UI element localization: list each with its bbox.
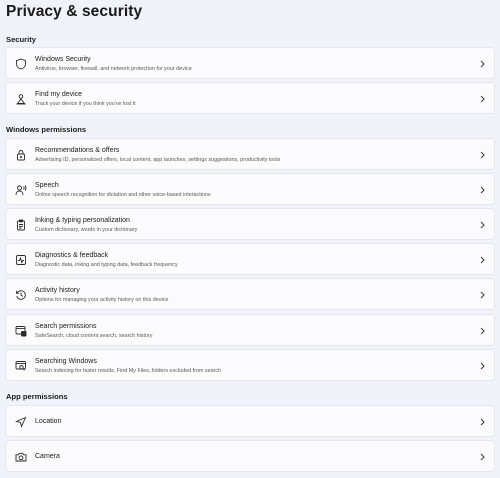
settings-item-searching-windows[interactable]: Searching Windows Search indexing for fa… bbox=[5, 349, 495, 381]
chevron-right-icon bbox=[479, 221, 486, 229]
item-title: Camera bbox=[35, 453, 60, 460]
chevron-right-icon bbox=[479, 256, 486, 264]
section-header-security: Security bbox=[6, 35, 36, 44]
section-header-app-permissions: App permissions bbox=[6, 392, 68, 401]
item-subtitle: Online speech recognition for dictation … bbox=[35, 192, 211, 198]
item-subtitle: Antivirus, browser, firewall, and networ… bbox=[35, 66, 192, 72]
history-icon bbox=[15, 289, 27, 301]
chevron-right-icon bbox=[479, 327, 486, 335]
privacy-security-page: Privacy & security Security Windows Secu… bbox=[0, 0, 500, 478]
item-subtitle: Custom dictionary, words in your diction… bbox=[35, 227, 138, 233]
item-title: Search permissions bbox=[35, 323, 97, 330]
chevron-right-icon bbox=[479, 95, 486, 103]
chevron-right-icon bbox=[479, 151, 486, 159]
search-windows-icon bbox=[15, 360, 27, 372]
settings-item-location[interactable]: Location bbox=[5, 405, 495, 437]
section-header-windows-permissions: Windows permissions bbox=[6, 125, 87, 134]
chevron-right-icon bbox=[479, 291, 486, 299]
item-title: Inking & typing personalization bbox=[35, 217, 130, 224]
item-subtitle: SafeSearch, cloud content search, search… bbox=[35, 333, 153, 339]
settings-item-windows-security[interactable]: Windows Security Antivirus, browser, fir… bbox=[5, 47, 495, 79]
settings-item-camera[interactable]: Camera bbox=[5, 440, 495, 472]
page-title: Privacy & security bbox=[6, 3, 143, 20]
settings-item-diagnostics[interactable]: Diagnostics & feedback Diagnostic data, … bbox=[5, 243, 495, 275]
item-title: Windows Security bbox=[35, 56, 91, 63]
item-subtitle: Search indexing for faster results, Find… bbox=[35, 368, 222, 374]
chevron-right-icon bbox=[479, 418, 486, 426]
settings-item-speech[interactable]: Speech Online speech recognition for dic… bbox=[5, 173, 495, 205]
settings-item-search-permissions[interactable]: Search permissions SafeSearch, cloud con… bbox=[5, 314, 495, 346]
settings-item-find-my-device[interactable]: Find my device Track your device if you … bbox=[5, 82, 495, 114]
item-subtitle: Advertising ID, personalized offers, loc… bbox=[35, 157, 281, 163]
item-title: Searching Windows bbox=[35, 358, 97, 365]
item-title: Diagnostics & feedback bbox=[35, 252, 109, 259]
lock-icon bbox=[15, 149, 27, 161]
settings-item-activity-history[interactable]: Activity history Options for managing yo… bbox=[5, 278, 495, 310]
chevron-right-icon bbox=[479, 60, 486, 68]
item-subtitle: Track your device if you think you've lo… bbox=[35, 101, 136, 107]
shield-icon bbox=[15, 58, 27, 70]
item-title: Location bbox=[35, 418, 62, 425]
item-title: Activity history bbox=[35, 287, 80, 294]
search-permissions-icon bbox=[15, 325, 27, 337]
item-subtitle: Options for managing your activity histo… bbox=[35, 297, 169, 303]
item-title: Find my device bbox=[35, 91, 83, 98]
chevron-right-icon bbox=[479, 453, 486, 461]
location-icon bbox=[15, 416, 27, 428]
clipboard-icon bbox=[15, 219, 27, 231]
settings-item-recommendations[interactable]: Recommendations & offers Advertising ID,… bbox=[5, 138, 495, 170]
item-title: Recommendations & offers bbox=[35, 147, 120, 154]
camera-icon bbox=[15, 451, 27, 463]
item-title: Speech bbox=[35, 182, 59, 189]
chevron-right-icon bbox=[479, 362, 486, 370]
speech-icon bbox=[15, 184, 27, 196]
chevron-right-icon bbox=[479, 186, 486, 194]
person-pin-icon bbox=[15, 93, 27, 105]
settings-item-inking-typing[interactable]: Inking & typing personalization Custom d… bbox=[5, 208, 495, 240]
diagnostics-icon bbox=[15, 254, 27, 266]
item-subtitle: Diagnostic data, inking and typing data,… bbox=[35, 262, 178, 268]
